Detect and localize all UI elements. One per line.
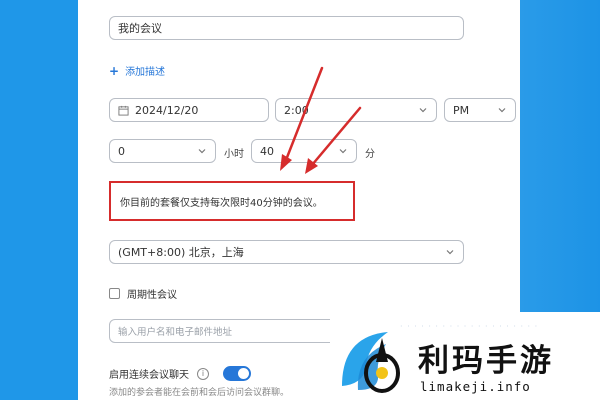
time-value: 2:00 [284, 103, 309, 117]
watermark-title: 利玛手游 [418, 343, 554, 379]
duration-hours-select[interactable]: 0 [109, 139, 216, 163]
meeting-title-value: 我的会议 [118, 22, 162, 35]
continuous-chat-row: 启用连续会议聊天 i [109, 366, 251, 381]
invitee-input[interactable]: 输入用户名和电子邮件地址 [109, 319, 339, 343]
chevron-down-icon [446, 250, 454, 255]
duration-minutes-value: 40 [260, 144, 274, 158]
date-picker[interactable]: 2024/12/20 [109, 98, 269, 122]
recurring-checkbox[interactable] [109, 288, 120, 299]
info-icon[interactable]: i [197, 367, 209, 380]
recurring-label: 周期性会议 [127, 290, 177, 301]
timezone-select[interactable]: (GMT+8:00) 北京，上海 [109, 240, 464, 264]
recurring-meeting-option[interactable]: 周期性会议 [109, 286, 177, 301]
timezone-value: (GMT+8:00) 北京，上海 [118, 246, 244, 259]
meeting-title-input[interactable]: 我的会议 [109, 16, 464, 40]
chevron-down-icon [198, 149, 206, 154]
invitee-placeholder: 输入用户名和电子邮件地址 [118, 327, 233, 338]
chevron-down-icon [339, 149, 347, 154]
ampm-value: PM [453, 103, 470, 117]
chevron-down-icon [498, 108, 506, 113]
minutes-unit-label: 分 [365, 149, 375, 160]
watermark-url: limakeji.info [420, 379, 531, 394]
continuous-chat-toggle[interactable] [223, 366, 251, 381]
ampm-select[interactable]: PM [444, 98, 516, 122]
time-select[interactable]: 2:00 [275, 98, 437, 122]
hours-unit-label: 小时 [224, 149, 244, 160]
continuous-chat-label: 启用连续会议聊天 [109, 370, 189, 381]
calendar-icon [118, 105, 129, 116]
duration-hours-value: 0 [118, 144, 125, 158]
date-value: 2024/12/20 [135, 103, 199, 117]
watermark-logo-icon [342, 332, 400, 393]
plus-icon: + [109, 63, 120, 78]
continuous-chat-description: 添加的参会者能在会前和会后访问会议群聊。 [109, 388, 290, 398]
watermark-decoration: · · · · · · · · · · · · · · · · · · · · [400, 322, 539, 331]
time-limit-notice: 你目前的套餐仅支持每次限时40分钟的会议。 [109, 181, 355, 221]
time-limit-notice-text: 你目前的套餐仅支持每次限时40分钟的会议。 [120, 197, 323, 209]
add-description-link[interactable]: + 添加描述 [109, 63, 166, 79]
duration-minutes-select[interactable]: 40 [251, 139, 357, 163]
chevron-down-icon [419, 108, 427, 113]
add-description-label: 添加描述 [125, 67, 166, 78]
